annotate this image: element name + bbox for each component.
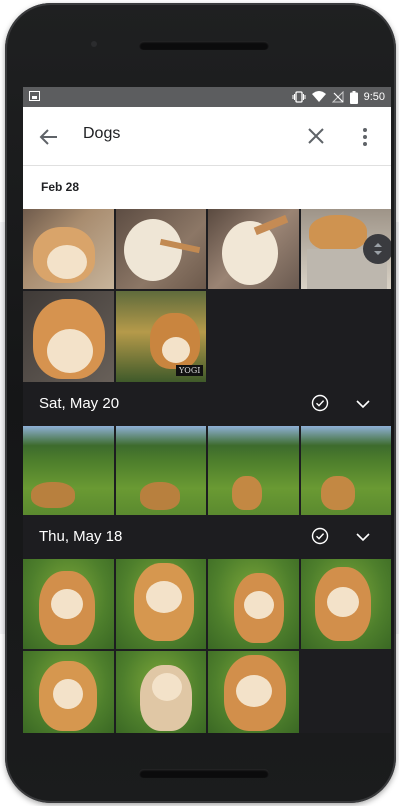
select-all-check-icon[interactable] — [311, 527, 329, 545]
fast-scroll-handle[interactable] — [363, 234, 391, 264]
vibrate-icon — [292, 91, 306, 103]
front-camera — [91, 41, 97, 47]
section-date-label: Feb 28 — [41, 180, 80, 194]
phone-screen: 9:50 Dogs Feb 28 YOGI Sat, May 20 Thu, M… — [23, 87, 391, 733]
photo-thumbnail[interactable] — [116, 426, 206, 515]
search-query[interactable]: Dogs — [83, 125, 120, 143]
photo-thumbnail[interactable] — [208, 426, 299, 515]
photo-grid: YOGI Sat, May 20 Thu, May 18 — [23, 209, 391, 733]
chevron-down-icon[interactable] — [355, 396, 371, 412]
status-bar: 9:50 — [23, 87, 391, 107]
scroll-arrows-icon — [374, 243, 382, 255]
wifi-icon — [311, 91, 326, 102]
photo-thumbnail[interactable]: YOGI — [116, 291, 206, 382]
photo-thumbnail[interactable] — [208, 651, 299, 733]
chevron-down-icon[interactable] — [355, 529, 371, 545]
status-time: 9:50 — [363, 91, 385, 103]
photo-thumbnail[interactable] — [208, 559, 299, 649]
no-signal-icon — [331, 91, 344, 103]
more-vert-icon[interactable] — [353, 125, 377, 149]
photo-thumbnail[interactable] — [23, 651, 114, 733]
section-header-feb-28: Feb 28 — [23, 166, 391, 209]
arrow-back-icon[interactable] — [37, 125, 61, 149]
photo-thumbnail[interactable] — [116, 209, 206, 289]
photo-thumbnail[interactable] — [208, 209, 299, 289]
section-header-thu-may-18: Thu, May 18 — [23, 517, 391, 557]
photo-caption: YOGI — [176, 365, 204, 376]
photo-thumbnail[interactable] — [23, 559, 114, 649]
photo-thumbnail[interactable] — [23, 426, 114, 515]
photo-thumbnail[interactable] — [23, 291, 114, 382]
section-header-sat-may-20: Sat, May 20 — [23, 384, 391, 424]
top-speaker — [139, 41, 269, 50]
close-icon[interactable] — [305, 125, 327, 147]
bottom-speaker — [139, 769, 269, 778]
battery-icon — [349, 90, 358, 104]
image-notification-icon — [29, 91, 40, 101]
search-app-bar: Dogs — [23, 107, 391, 166]
photo-thumbnail[interactable] — [301, 559, 391, 649]
section-date-label: Thu, May 18 — [39, 528, 123, 545]
photo-thumbnail[interactable] — [116, 651, 206, 733]
photo-thumbnail[interactable] — [23, 209, 114, 289]
select-all-check-icon[interactable] — [311, 394, 329, 412]
section-date-label: Sat, May 20 — [39, 395, 120, 412]
photo-thumbnail[interactable] — [301, 426, 391, 515]
photo-thumbnail[interactable] — [116, 559, 206, 649]
